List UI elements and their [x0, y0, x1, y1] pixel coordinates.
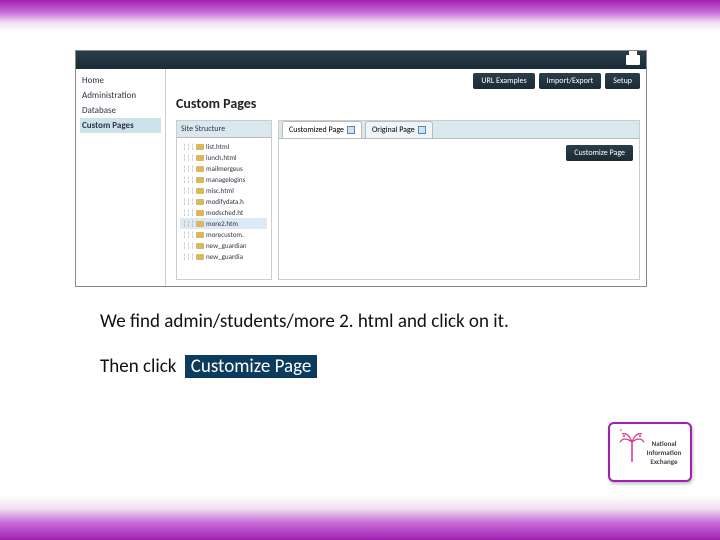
gradient-banner-top — [0, 0, 720, 32]
file-tree: ¦ ¦ ¦list.html ¦ ¦ ¦lunch.html ¦ ¦ ¦mail… — [177, 138, 271, 266]
site-structure-panel: Site Structure ¦ ¦ ¦list.html ¦ ¦ ¦lunch… — [176, 120, 272, 280]
folder-icon — [196, 144, 204, 150]
main-panel: URL Examples Import/Export Setup Custom … — [166, 69, 646, 286]
action-row: URL Examples Import/Export Setup — [176, 73, 640, 89]
instruction-text-2: Then click Customize Page — [100, 355, 317, 378]
folder-icon — [196, 210, 204, 216]
tab-bar: Customized Page Original Page — [279, 121, 639, 139]
popout-icon[interactable] — [418, 126, 426, 134]
preview-panel: Customized Page Original Page Customize … — [278, 120, 640, 280]
palm-icon — [616, 428, 648, 464]
instruction-text-1: We find admin/students/more 2. html and … — [100, 310, 509, 333]
tree-item-selected[interactable]: ¦ ¦ ¦more2.htm — [180, 218, 267, 229]
import-export-button[interactable]: Import/Export — [539, 73, 602, 89]
folder-icon — [196, 177, 204, 183]
print-icon[interactable] — [626, 55, 640, 65]
tree-item[interactable]: ¦ ¦ ¦managelogins — [180, 174, 267, 185]
tab-customized[interactable]: Customized Page — [282, 121, 362, 138]
tree-item[interactable]: ¦ ¦ ¦new_guardia — [180, 251, 267, 262]
logo-text: National Information Exchange — [642, 439, 686, 466]
app-header-bar — [76, 51, 646, 69]
sidebar-item-home[interactable]: Home — [80, 73, 161, 88]
app-body: Home Administration Database Custom Page… — [76, 69, 646, 286]
preview-body: Customize Page — [279, 139, 639, 279]
tree-item[interactable]: ¦ ¦ ¦misc.html — [180, 185, 267, 196]
tree-item[interactable]: ¦ ¦ ¦lunch.html — [180, 152, 267, 163]
folder-icon — [196, 254, 204, 260]
gradient-banner-bottom — [0, 495, 720, 540]
customize-page-button[interactable]: Customize Page — [566, 145, 633, 161]
page-title: Custom Pages — [176, 95, 640, 112]
folder-icon — [196, 166, 204, 172]
logo-badge: National Information Exchange — [608, 422, 692, 482]
columns: Site Structure ¦ ¦ ¦list.html ¦ ¦ ¦lunch… — [176, 120, 640, 280]
sidebar-item-administration[interactable]: Administration — [80, 88, 161, 103]
folder-icon — [196, 243, 204, 249]
url-examples-button[interactable]: URL Examples — [473, 73, 534, 89]
tree-item[interactable]: ¦ ¦ ¦morecustom. — [180, 229, 267, 240]
sidebar: Home Administration Database Custom Page… — [76, 69, 166, 286]
folder-icon — [196, 232, 204, 238]
popout-icon[interactable] — [347, 126, 355, 134]
tree-item[interactable]: ¦ ¦ ¦modsched.ht — [180, 207, 267, 218]
setup-button[interactable]: Setup — [605, 73, 640, 89]
tree-item[interactable]: ¦ ¦ ¦new_guardian — [180, 240, 267, 251]
sidebar-item-database[interactable]: Database — [80, 103, 161, 118]
screenshot-frame: Home Administration Database Custom Page… — [75, 50, 647, 287]
tree-item[interactable]: ¦ ¦ ¦modifydata.h — [180, 196, 267, 207]
folder-icon — [196, 188, 204, 194]
sidebar-item-custom-pages[interactable]: Custom Pages — [80, 118, 161, 133]
folder-icon — [196, 221, 204, 227]
folder-icon — [196, 199, 204, 205]
tab-original[interactable]: Original Page — [365, 121, 433, 138]
tree-item[interactable]: ¦ ¦ ¦list.html — [180, 141, 267, 152]
site-structure-header: Site Structure — [177, 121, 271, 138]
customize-page-chip: Customize Page — [185, 355, 318, 378]
folder-icon — [196, 155, 204, 161]
tree-item[interactable]: ¦ ¦ ¦mailmergeus — [180, 163, 267, 174]
